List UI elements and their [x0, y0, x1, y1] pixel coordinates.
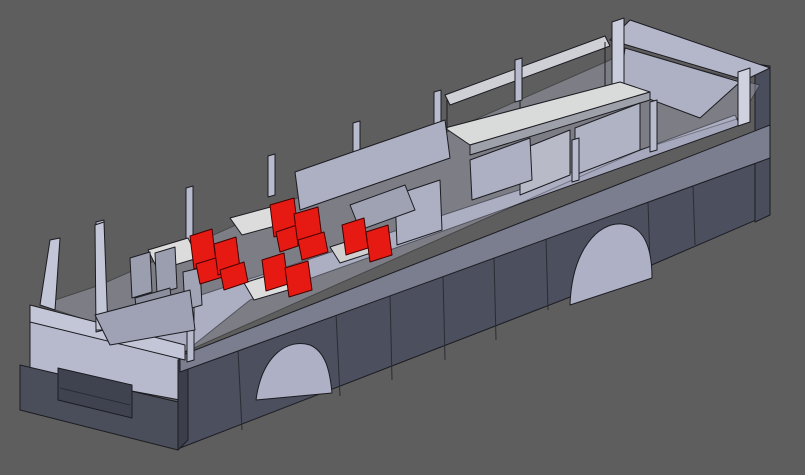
front-seat-2	[154, 246, 178, 295]
rear-pillar	[737, 67, 751, 127]
3d-viewport[interactable]	[0, 0, 805, 475]
front-seat-1	[129, 251, 153, 299]
bus-model-render	[19, 17, 771, 451]
